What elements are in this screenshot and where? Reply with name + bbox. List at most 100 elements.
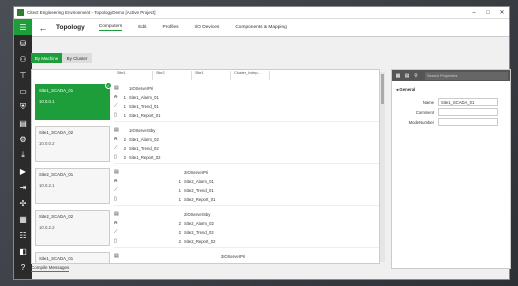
page-icon[interactable]: ▤ <box>14 115 32 131</box>
machine-components: ▤ 1IOServerSby ⍾ 2 Site1_Alarm_02 ⟋ 2 Site1_T… <box>114 126 379 164</box>
tools-icon[interactable]: ✣ <box>14 195 32 211</box>
list-item[interactable]: ⟋ 2 Site1_Trend_02 <box>114 144 159 152</box>
machine-components: ▤ 2IOServerPri ⍾ 1 Site2_Alarm_01 ⟋ 1 Site2_T… <box>114 168 379 206</box>
filter-icon[interactable]: ⚲ <box>412 72 420 80</box>
property-label: Comment <box>415 109 434 115</box>
by-machine-toggle[interactable]: By Machine <box>31 53 62 63</box>
component-label: Site1_Alarm_01 <box>129 94 159 100</box>
list-item[interactable]: ▯ 2 Site2_Report_02 <box>114 237 215 245</box>
help-icon[interactable]: ? <box>14 259 32 275</box>
machine-components: ▤ 3IOServerPri <box>114 252 379 263</box>
alarm-icon: ⍾ <box>114 178 118 184</box>
minimize-button[interactable]: – <box>467 10 481 16</box>
name-field[interactable]: Site1_SCADA_01 <box>438 98 498 106</box>
component-label: Site2_Trend_01 <box>184 187 214 193</box>
report-icon: ▯ <box>114 112 117 118</box>
list-item[interactable]: ⟋ 1 Site2_Trend_01 <box>114 186 214 194</box>
panel-icon[interactable]: ◧ <box>14 243 32 259</box>
shield-icon[interactable]: ⛨ <box>14 99 32 115</box>
column-header[interactable]: Cluster_Indep... <box>231 71 270 80</box>
general-group-header[interactable]: ◂ General <box>396 87 510 93</box>
grid-view-icon[interactable]: ▦ <box>394 72 402 80</box>
instance-number: 1 <box>178 196 181 202</box>
mode-number-field[interactable] <box>438 118 498 126</box>
list-item[interactable]: ▤ 2IOServerSby <box>114 210 210 218</box>
list-item[interactable]: ▤ 1IOServerPri <box>114 84 153 92</box>
tree-icon[interactable]: ⊤ <box>14 67 32 83</box>
list-item[interactable]: ▯ 1 Site1_Report_01 <box>114 111 160 119</box>
close-button[interactable]: ✕ <box>495 9 509 16</box>
list-item[interactable]: ⍾ 1 Site2_Alarm_01 <box>114 177 214 185</box>
machine-card[interactable]: Site2_SCADA_01 10.0.2.1 <box>35 168 110 204</box>
column-headers: Site1 Site2 Site1 Cluster_Indep... <box>114 71 270 80</box>
report-icon: ▯ <box>114 154 117 160</box>
database-icon[interactable]: ⛁ <box>14 35 32 51</box>
machine-card[interactable]: Site1_SCADA_02 10.0.0.2 <box>35 126 110 162</box>
list-view-icon[interactable]: ▤ <box>403 72 411 80</box>
list-item[interactable]: ▤ 3IOServerPri <box>114 252 245 260</box>
tab-components-mapping[interactable]: Components & Mapping <box>235 25 286 31</box>
tab-io-devices[interactable]: I/O Devices <box>195 25 220 31</box>
alarm-icon: ⍾ <box>114 220 118 226</box>
machine-card[interactable]: Site2_SCADA_02 10.0.2.2 <box>35 210 110 246</box>
instance-number: 2 <box>178 238 181 244</box>
menu-icon[interactable]: ☰ <box>14 19 32 35</box>
machine-card[interactable]: Site1_SCADA_01 10.0.0.1 ✓ <box>35 82 112 120</box>
machine-components: ▤ 1IOServerPri ⍾ 1 Site1_Alarm_01 ⟋ 1 Site1_T… <box>114 84 379 122</box>
report-icon: ▯ <box>114 238 117 244</box>
property-label: ModeNumber <box>408 119 434 125</box>
back-arrow-icon[interactable]: ← <box>36 23 50 33</box>
server-icon: ▤ <box>114 253 119 259</box>
machine-components: ▤ 2IOServerSby ⍾ 2 Site2_Alarm_02 ⟋ 2 Site2_T… <box>114 210 379 248</box>
column-header[interactable]: Site1 <box>114 71 153 80</box>
instance-number: 2 <box>123 154 126 160</box>
list-item[interactable]: ⟋ 2 Site2_Trend_02 <box>114 228 214 236</box>
list-item[interactable]: ⍾ 1 Site1_Alarm_01 <box>114 93 159 101</box>
server-icon: ▤ <box>114 169 119 175</box>
list-item[interactable]: ⍾ 2 Site1_Alarm_02 <box>114 135 159 143</box>
machine-name: Site1_SCADA_02 <box>39 130 74 135</box>
column-header[interactable]: Site1 <box>192 71 231 80</box>
list-item[interactable]: ▤ 1IOServerSby <box>114 126 155 134</box>
instance-number: 1 <box>178 178 181 184</box>
tab-profiles[interactable]: Profiles <box>163 25 179 31</box>
run-icon[interactable]: ▶ <box>14 163 32 179</box>
topology-icon[interactable]: ⚇ <box>14 51 32 67</box>
tab-computers[interactable]: Computers <box>98 24 123 31</box>
column-header[interactable]: Site2 <box>153 71 192 80</box>
by-cluster-toggle[interactable]: By Cluster <box>62 53 92 63</box>
instance-number: 1 <box>123 103 126 109</box>
settings-icon[interactable]: ⚙ <box>14 131 32 147</box>
topology-grid: Site1 Site2 Site1 Cluster_Indep... Site1… <box>31 69 380 264</box>
instance-number: 1 <box>123 112 126 118</box>
component-label: Site2_Report_02 <box>184 238 216 244</box>
vertical-scrollbar[interactable] <box>380 72 385 262</box>
component-label: Site1_Trend_02 <box>129 145 159 151</box>
document-icon[interactable]: ▦ <box>14 211 32 227</box>
list-item[interactable]: ▤ 2IOServerPri <box>114 168 208 176</box>
group-label: General <box>399 87 416 92</box>
machine-name: Site2_SCADA_01 <box>39 172 74 177</box>
maximize-button[interactable]: □ <box>481 10 495 16</box>
comment-field[interactable] <box>438 108 498 116</box>
tab-edit[interactable]: Edit <box>138 25 146 31</box>
instance-number: 2 <box>123 145 126 151</box>
list-item[interactable]: ▯ 2 Site1_Report_02 <box>114 153 160 161</box>
trend-icon: ⟋ <box>114 103 118 109</box>
exit-icon[interactable]: ⇥ <box>14 179 32 195</box>
component-label: 1IOServerSby <box>129 127 156 133</box>
scrollbar-thumb[interactable] <box>381 74 384 104</box>
list-item[interactable]: ⟋ 1 Site1_Trend_01 <box>114 102 159 110</box>
trend-icon: ⟋ <box>114 145 118 151</box>
monitor-icon[interactable]: ▭ <box>14 83 32 99</box>
page-title: Topology <box>56 24 85 31</box>
download-icon[interactable]: ⤓ <box>14 147 32 163</box>
list-item[interactable]: ▯ 1 Site2_Report_01 <box>114 195 215 203</box>
machine-ip: 10.0.0.2 <box>39 141 55 146</box>
machine-card[interactable]: Site1_SCADA_01 <box>35 252 110 263</box>
list-item[interactable]: ⍾ 2 Site2_Alarm_02 <box>114 219 214 227</box>
list-icon[interactable]: ☷ <box>14 227 32 243</box>
search-properties-input[interactable]: Search Properties <box>425 71 508 80</box>
server-icon: ▤ <box>114 85 119 91</box>
compile-messages-tab[interactable]: Compile Messages <box>31 265 70 272</box>
